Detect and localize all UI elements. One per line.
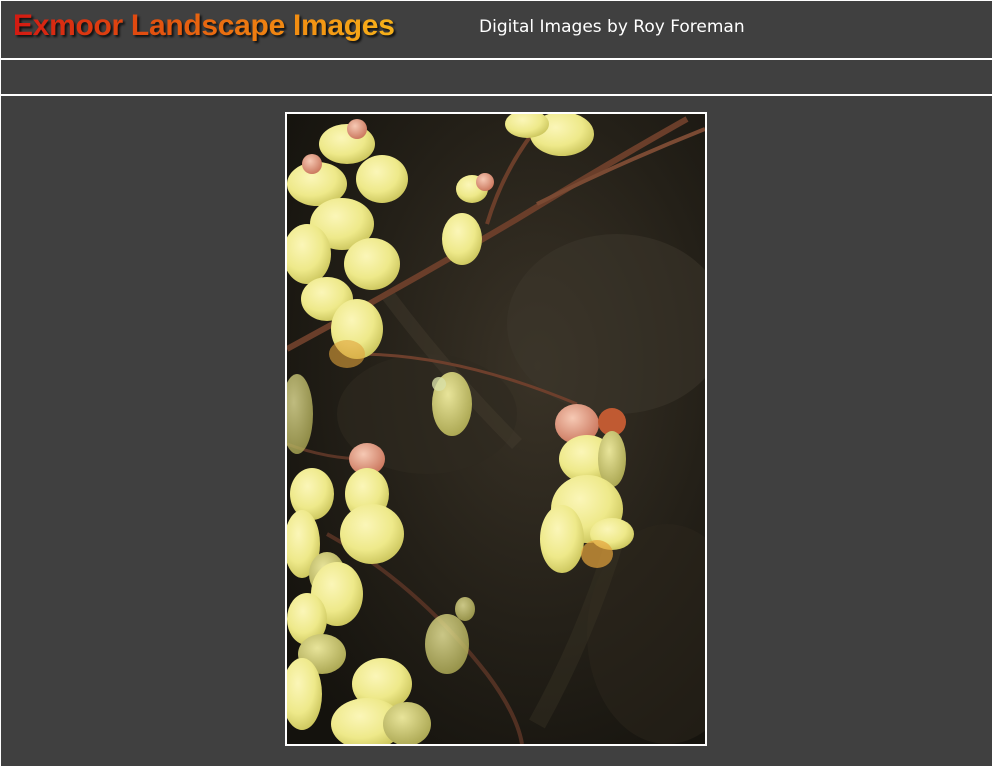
site-header: Exmoor Landscape Images Digital Images b… — [1, 1, 992, 58]
page-frame: Exmoor Landscape Images Digital Images b… — [1, 1, 992, 766]
main-photo[interactable] — [285, 112, 707, 746]
site-tagline: Digital Images by Roy Foreman — [479, 17, 745, 37]
nav-divider — [1, 94, 992, 96]
nav-bar — [1, 60, 992, 94]
flower-photo-image — [287, 114, 705, 744]
site-title[interactable]: Exmoor Landscape Images — [13, 9, 395, 43]
